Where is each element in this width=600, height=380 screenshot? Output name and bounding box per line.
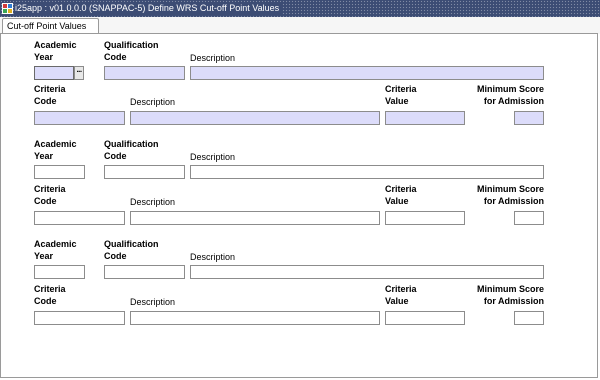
qualification-code-label: Qualification (104, 139, 159, 149)
criteria-code-input[interactable] (34, 211, 125, 225)
qualification-code-label-2: Code (104, 52, 127, 62)
criteria-value-label-2: Value (385, 96, 409, 106)
criteria-code-label-2: Code (34, 296, 57, 306)
qualification-description-label: Description (190, 53, 236, 63)
qualification-code-label-2: Code (104, 251, 127, 261)
academic-year-label: Academic (34, 40, 77, 50)
criteria-description-field[interactable] (130, 311, 380, 325)
lov-button[interactable]: ··· (74, 66, 84, 80)
academic-year-label: Academic (34, 139, 77, 149)
tab-bar: Cut-off Point Values (0, 17, 600, 35)
academic-year-input[interactable] (34, 66, 74, 80)
criteria-value-input[interactable] (385, 211, 465, 225)
criteria-code-label: Criteria (34, 284, 66, 294)
minimum-score-label: Minimum Score (476, 184, 544, 194)
criteria-code-label-2: Code (34, 96, 57, 106)
academic-year-label-2: Year (34, 251, 54, 261)
criteria-code-label: Criteria (34, 84, 66, 94)
criteria-code-input[interactable] (34, 311, 125, 325)
window-title: i25app : v01.0.0.0 (SNAPPAC-5) Define WR… (14, 2, 283, 15)
academic-year-label: Academic (34, 239, 77, 249)
criteria-description-field[interactable] (130, 111, 380, 125)
qualification-description-label: Description (190, 152, 236, 162)
minimum-score-label-2: for Admission (483, 296, 544, 306)
app-icon (2, 3, 13, 14)
criteria-value-label-2: Value (385, 196, 409, 206)
minimum-score-input[interactable] (514, 111, 544, 125)
minimum-score-label-2: for Admission (483, 96, 544, 106)
criteria-value-input[interactable] (385, 111, 465, 125)
criteria-description-label: Description (130, 97, 176, 107)
qualification-code-input[interactable] (104, 165, 185, 179)
academic-year-input[interactable] (34, 265, 85, 279)
qualification-description-field[interactable] (190, 265, 544, 279)
criteria-description-label: Description (130, 197, 176, 207)
criteria-description-field[interactable] (130, 211, 380, 225)
criteria-code-input[interactable] (34, 111, 125, 125)
minimum-score-label: Minimum Score (476, 84, 544, 94)
criteria-value-label: Criteria (385, 184, 417, 194)
qualification-code-label: Qualification (104, 239, 159, 249)
qualification-code-input[interactable] (104, 265, 185, 279)
qualification-code-label-2: Code (104, 151, 127, 161)
academic-year-label-2: Year (34, 151, 54, 161)
qualification-code-input[interactable] (104, 66, 185, 80)
criteria-code-label: Criteria (34, 184, 66, 194)
minimum-score-label-2: for Admission (483, 196, 544, 206)
minimum-score-input[interactable] (514, 311, 544, 325)
academic-year-input[interactable] (34, 165, 85, 179)
criteria-value-label-2: Value (385, 296, 409, 306)
minimum-score-input[interactable] (514, 211, 544, 225)
academic-year-label-2: Year (34, 52, 54, 62)
criteria-value-label: Criteria (385, 284, 417, 294)
criteria-value-input[interactable] (385, 311, 465, 325)
criteria-value-label: Criteria (385, 84, 417, 94)
criteria-description-label: Description (130, 297, 176, 307)
qualification-description-label: Description (190, 252, 236, 262)
minimum-score-label: Minimum Score (476, 284, 544, 294)
qualification-description-field[interactable] (190, 165, 544, 179)
form-panel: Academic Year Qualification Code Descrip… (0, 33, 598, 378)
qualification-description-field[interactable] (190, 66, 544, 80)
title-bar: i25app : v01.0.0.0 (SNAPPAC-5) Define WR… (0, 0, 600, 17)
qualification-code-label: Qualification (104, 40, 159, 50)
criteria-code-label-2: Code (34, 196, 57, 206)
